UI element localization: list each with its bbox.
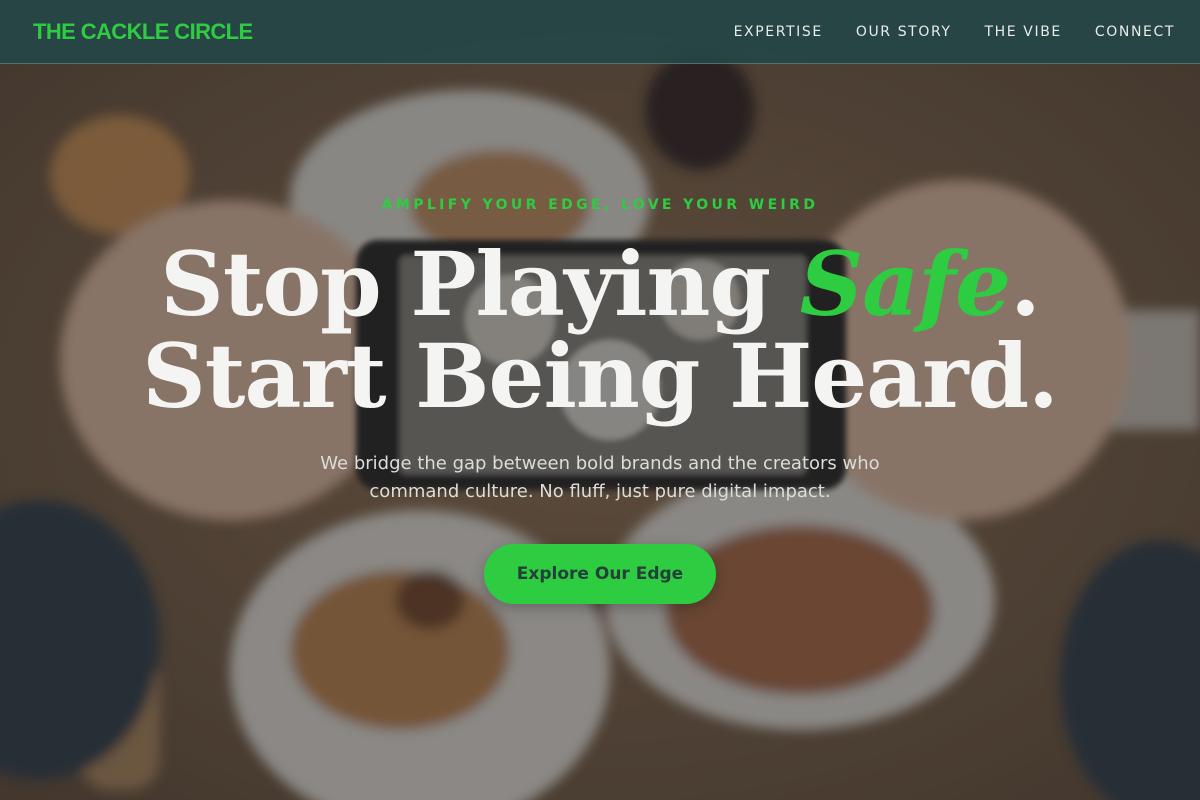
top-navbar: THE CACKLE CIRCLE EXPERTISE OUR STORY TH… (0, 0, 1200, 64)
headline-prefix: Stop Playing (160, 232, 800, 336)
headline-accent-word: Safe (799, 232, 1011, 336)
headline-line1-suffix: . (1010, 232, 1041, 336)
nav-link-expertise[interactable]: EXPERTISE (734, 24, 823, 40)
nav-link-our-story[interactable]: OUR STORY (856, 24, 952, 40)
nav-link-the-vibe[interactable]: THE VIBE (985, 24, 1062, 40)
main-nav: EXPERTISE OUR STORY THE VIBE CONNECT (734, 24, 1175, 40)
explore-cta-button[interactable]: Explore Our Edge (484, 544, 716, 604)
nav-link-connect[interactable]: CONNECT (1095, 24, 1175, 40)
hero-section: AMPLIFY YOUR EDGE, LOVE YOUR WEIRD Stop … (0, 0, 1200, 800)
hero-eyebrow: AMPLIFY YOUR EDGE, LOVE YOUR WEIRD (381, 197, 819, 213)
hero-subtext: We bridge the gap between bold brands an… (320, 453, 880, 502)
hero-headline: Stop Playing Safe. Start Being Heard. (0, 238, 1200, 422)
headline-line2: Start Being Heard. (142, 324, 1058, 428)
brand-logo[interactable]: THE CACKLE CIRCLE (33, 19, 253, 45)
